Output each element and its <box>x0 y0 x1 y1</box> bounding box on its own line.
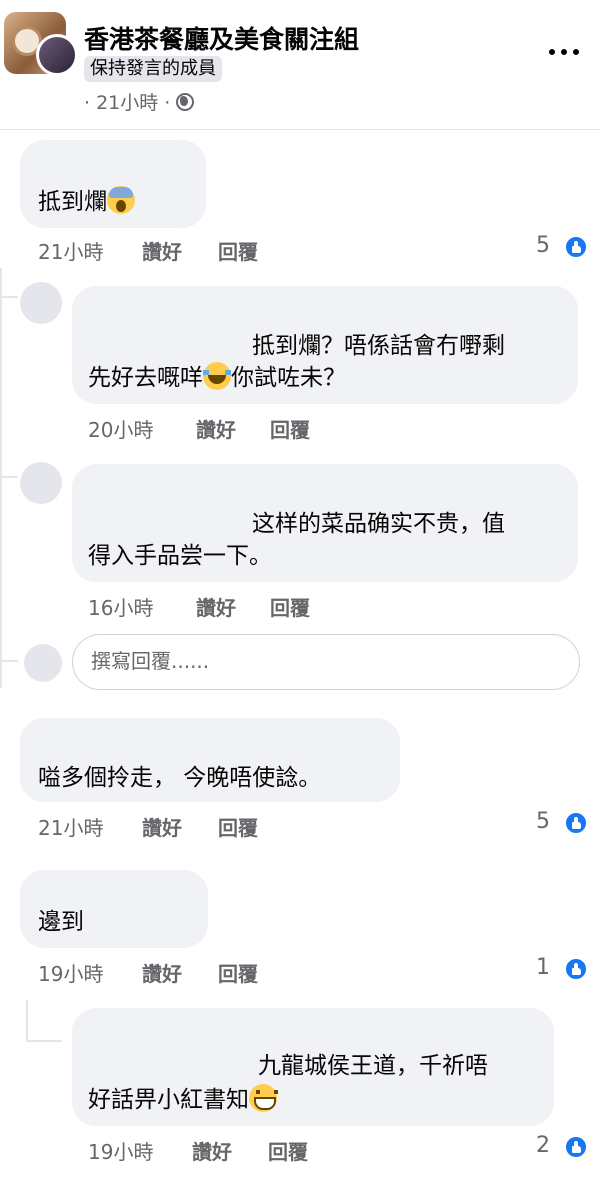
comment-time[interactable]: 21小時 <box>38 812 103 841</box>
reply-button[interactable]: 回覆 <box>268 1136 308 1165</box>
thread-branch <box>0 296 18 298</box>
reply-button[interactable]: 回覆 <box>218 812 258 841</box>
comment-time[interactable]: 21小時 <box>38 236 103 265</box>
comment-time[interactable]: 19小時 <box>38 958 103 987</box>
reply-input[interactable]: 撰寫回覆...... <box>72 634 580 690</box>
group-name[interactable]: 香港茶餐廳及美食關注組 <box>84 20 359 56</box>
comment-text: 好話畀小紅書知 <box>88 1084 278 1116</box>
reply-button[interactable]: 回覆 <box>218 958 258 987</box>
comment-time[interactable]: 16小時 <box>88 592 153 621</box>
comment-time[interactable]: 19小時 <box>88 1136 153 1165</box>
like-thumb-icon <box>564 1135 588 1159</box>
comment-text: 抵到爛 <box>38 186 135 218</box>
avatar[interactable] <box>20 282 62 324</box>
comment-text: 先好去嘅咩 你試咗未？ <box>88 362 346 394</box>
like-button[interactable]: 讚好 <box>192 1136 232 1165</box>
comment-text: 邊到 <box>38 909 84 935</box>
face-with-tears-of-joy-icon <box>203 362 231 390</box>
reply-button[interactable]: 回覆 <box>270 414 310 443</box>
thread-line <box>26 1000 28 1040</box>
like-thumb-icon <box>564 811 588 835</box>
reaction-count[interactable]: 2 <box>536 1133 550 1158</box>
globe-icon <box>176 93 195 111</box>
avatar <box>24 644 62 682</box>
post-meta: · 21小時 · <box>84 88 195 115</box>
reply-button[interactable]: 回覆 <box>270 592 310 621</box>
user-avatar[interactable] <box>36 34 78 76</box>
reaction-count[interactable]: 1 <box>536 955 550 980</box>
avatar[interactable] <box>20 462 62 504</box>
post-time[interactable]: · 21小時 · <box>84 92 170 114</box>
post-header: 香港茶餐廳及美食關注組 保持發言的成員 · 21小時 · <box>0 0 600 130</box>
face-screaming-in-fear-icon <box>107 186 135 214</box>
reaction-count[interactable]: 5 <box>536 233 550 258</box>
thread-branch <box>0 660 18 662</box>
more-dots-icon[interactable] <box>546 34 582 70</box>
thread-line <box>0 268 2 688</box>
comment-text: 九龍城侯王道，千祈唔 <box>258 1053 488 1079</box>
like-button[interactable]: 讚好 <box>196 414 236 443</box>
thread-branch <box>0 476 18 478</box>
like-button[interactable]: 讚好 <box>196 592 236 621</box>
reaction-count[interactable]: 5 <box>536 809 550 834</box>
member-badge: 保持發言的成員 <box>84 56 222 82</box>
comment-time[interactable]: 20小時 <box>88 414 153 443</box>
reply-button[interactable]: 回覆 <box>218 236 258 265</box>
like-button[interactable]: 讚好 <box>142 812 182 841</box>
like-button[interactable]: 讚好 <box>142 236 182 265</box>
like-thumb-icon <box>564 235 588 259</box>
comment-text: 嗌多個拎走， 今晚唔使諗。 <box>38 765 322 791</box>
like-button[interactable]: 讚好 <box>142 958 182 987</box>
comment-text: 得入手品尝一下。 <box>88 543 272 569</box>
thread-branch <box>26 1040 62 1042</box>
like-thumb-icon <box>564 957 588 981</box>
grinning-face-with-smiling-eyes-icon <box>249 1084 278 1112</box>
comment-text: 抵到爛？唔係話會冇嘢剩 <box>252 333 505 359</box>
comment-text: 这样的菜品确实不贵，值 <box>252 511 505 537</box>
